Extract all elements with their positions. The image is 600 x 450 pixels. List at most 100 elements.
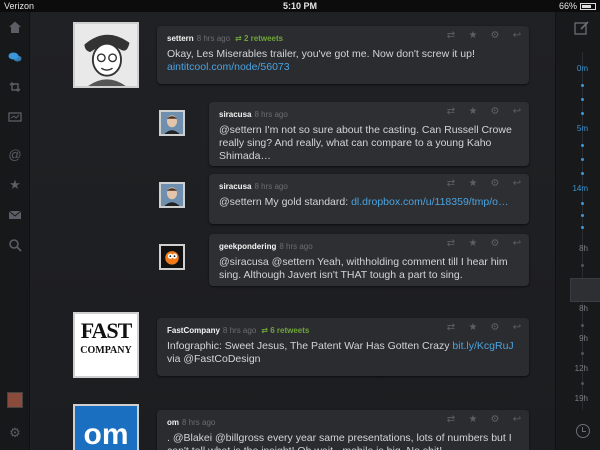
favorite-star-icon[interactable]: ★ bbox=[467, 106, 479, 118]
tweet-link[interactable]: aintitcool.com/node/56073 bbox=[167, 61, 290, 73]
favorite-star-icon[interactable]: ★ bbox=[467, 30, 479, 42]
retweet-action-icon[interactable]: ⇄ bbox=[445, 238, 457, 250]
avatar[interactable] bbox=[159, 244, 185, 270]
scrubber-time-label: 14m bbox=[572, 184, 588, 193]
tweet-username[interactable]: siracusa bbox=[219, 110, 251, 119]
tweet-actions: ⇄ ★ ⚙ ↩ bbox=[445, 414, 523, 426]
scrubber-dot bbox=[581, 112, 584, 115]
reply-arrow-icon[interactable]: ↩ bbox=[511, 30, 523, 42]
scrubber-time-label: 0m bbox=[576, 64, 588, 73]
tweet-username[interactable]: om bbox=[167, 418, 179, 427]
scrubber-dot bbox=[581, 144, 584, 147]
favorite-star-icon[interactable]: ★ bbox=[467, 414, 479, 426]
avatar[interactable]: om bbox=[73, 404, 139, 450]
scrubber-time-label: 8h bbox=[579, 244, 588, 253]
tweet-username[interactable]: settern bbox=[167, 34, 194, 43]
envelope-icon[interactable] bbox=[6, 206, 24, 224]
tweet-actions: ⇄ ★ ⚙ ↩ bbox=[445, 238, 523, 250]
tweet-card[interactable]: siracusa 8 hrs ago @settern I'm not so su… bbox=[209, 102, 529, 166]
tweet-card[interactable]: FastCompany 8 hrs ago ⇄ 6 retweets Infogra… bbox=[157, 318, 529, 376]
scrubber-dot bbox=[581, 214, 584, 217]
reply-arrow-icon[interactable]: ↩ bbox=[511, 238, 523, 250]
tweet-time: 8 hrs ago bbox=[182, 418, 216, 427]
reply-arrow-icon[interactable]: ↩ bbox=[511, 106, 523, 118]
avatar[interactable] bbox=[73, 22, 139, 88]
scrubber-time-label: 8h bbox=[579, 304, 588, 313]
gear-icon[interactable]: ⚙ bbox=[489, 238, 501, 250]
scrubber-dot bbox=[581, 202, 584, 205]
tweet-meta: siracusa 8 hrs ago bbox=[219, 110, 288, 119]
scrubber-dot bbox=[581, 352, 584, 355]
tweet-card[interactable]: siracusa 8 hrs ago @settern My gold stand… bbox=[209, 174, 529, 224]
retweet-action-icon[interactable]: ⇄ bbox=[445, 414, 457, 426]
favorite-star-icon[interactable]: ★ bbox=[467, 238, 479, 250]
favorite-star-icon[interactable]: ★ bbox=[467, 178, 479, 190]
star-icon[interactable]: ★ bbox=[6, 176, 24, 194]
list-icon[interactable] bbox=[6, 108, 24, 126]
home-icon[interactable] bbox=[6, 18, 24, 36]
retweet-count[interactable]: ⇄ 6 retweets bbox=[261, 326, 309, 335]
retweet-action-icon[interactable]: ⇄ bbox=[445, 30, 457, 42]
reply-arrow-icon[interactable]: ↩ bbox=[511, 414, 523, 426]
tweet-link[interactable]: dl.dropbox.com/u/118359/tmp/o… bbox=[351, 196, 508, 208]
reply-arrow-icon[interactable]: ↩ bbox=[511, 322, 523, 334]
fastcompany-logo: FAST COMPANY bbox=[80, 318, 132, 357]
tweet-time: 8 hrs ago bbox=[222, 326, 257, 335]
reply-arrow-icon[interactable]: ↩ bbox=[511, 178, 523, 190]
retweet-action-icon[interactable]: ⇄ bbox=[445, 322, 457, 334]
scrubber-track bbox=[582, 52, 583, 410]
tweet-actions: ⇄ ★ ⚙ ↩ bbox=[445, 106, 523, 118]
tweet-actions: ⇄ ★ ⚙ ↩ bbox=[445, 30, 523, 42]
tweet-meta: siracusa 8 hrs ago bbox=[219, 182, 288, 191]
tweet-text: @settern My gold standard: dl.dropbox.co… bbox=[219, 196, 509, 208]
tweet-actions: ⇄ ★ ⚙ ↩ bbox=[445, 178, 523, 190]
gear-icon[interactable]: ⚙ bbox=[489, 178, 501, 190]
at-mention-icon[interactable]: @ bbox=[6, 146, 24, 164]
clock-icon[interactable] bbox=[576, 424, 590, 438]
scrubber-dot bbox=[581, 382, 584, 385]
scrubber-dot bbox=[581, 264, 584, 267]
gear-icon[interactable]: ⚙ bbox=[489, 414, 501, 426]
gear-icon[interactable]: ⚙ bbox=[489, 322, 501, 334]
gear-icon[interactable]: ⚙ bbox=[6, 424, 24, 442]
tweet-actions: ⇄ ★ ⚙ ↩ bbox=[445, 322, 523, 334]
tweet-card[interactable]: om 8 hrs ago . @Blakei @billgross every y… bbox=[157, 410, 529, 450]
timeline-scrubber[interactable]: 0m 5m 14m 8h 8h 9h 12h 19h bbox=[555, 12, 600, 450]
siracusa-avatar-icon bbox=[161, 112, 183, 134]
tweet-card[interactable]: geekpondering 8 hrs ago @siracusa @setter… bbox=[209, 234, 529, 286]
tweet-username[interactable]: FastCompany bbox=[167, 326, 220, 335]
tweet-text: Okay, Les Miserables trailer, you've got… bbox=[167, 48, 475, 73]
compose-icon[interactable] bbox=[574, 20, 590, 36]
tweet-meta: om 8 hrs ago bbox=[167, 418, 215, 427]
battery-percent: 66% bbox=[558, 1, 577, 11]
tweet-time: 8 hrs ago bbox=[196, 34, 231, 43]
favorite-star-icon[interactable]: ★ bbox=[467, 322, 479, 334]
gear-icon[interactable]: ⚙ bbox=[489, 106, 501, 118]
tweet-link[interactable]: bit.ly/KcgRuJ bbox=[452, 340, 513, 352]
tweet-time: 8 hrs ago bbox=[254, 182, 288, 191]
scrubber-dot bbox=[581, 158, 584, 161]
retweet-count[interactable]: ⇄ 2 retweets bbox=[235, 34, 283, 43]
tweet-meta: FastCompany 8 hrs ago ⇄ 6 retweets bbox=[167, 326, 309, 335]
geekpondering-avatar-icon bbox=[161, 246, 183, 268]
om-logo: om bbox=[83, 418, 129, 450]
tweet-username[interactable]: geekpondering bbox=[219, 242, 276, 251]
search-icon[interactable] bbox=[6, 236, 24, 254]
account-avatar[interactable] bbox=[7, 392, 23, 408]
retweet-icon[interactable] bbox=[6, 78, 24, 96]
siracusa-avatar-icon bbox=[161, 184, 183, 206]
gear-icon[interactable]: ⚙ bbox=[489, 30, 501, 42]
scrubber-thumb[interactable] bbox=[570, 278, 600, 302]
scrubber-dot bbox=[581, 172, 584, 175]
avatar[interactable]: FAST COMPANY bbox=[73, 312, 139, 378]
avatar[interactable] bbox=[159, 182, 185, 208]
timeline-feed[interactable]: settern 8 hrs ago ⇄ 2 retweets Okay, Les M… bbox=[31, 12, 555, 450]
scrubber-dot bbox=[581, 84, 584, 87]
tweet-card[interactable]: settern 8 hrs ago ⇄ 2 retweets Okay, Les M… bbox=[157, 26, 529, 84]
tweet-meta: settern 8 hrs ago ⇄ 2 retweets bbox=[167, 34, 283, 43]
retweet-action-icon[interactable]: ⇄ bbox=[445, 178, 457, 190]
tweet-username[interactable]: siracusa bbox=[219, 182, 251, 191]
avatar[interactable] bbox=[159, 110, 185, 136]
chat-bubbles-icon[interactable] bbox=[6, 48, 24, 66]
retweet-action-icon[interactable]: ⇄ bbox=[445, 106, 457, 118]
